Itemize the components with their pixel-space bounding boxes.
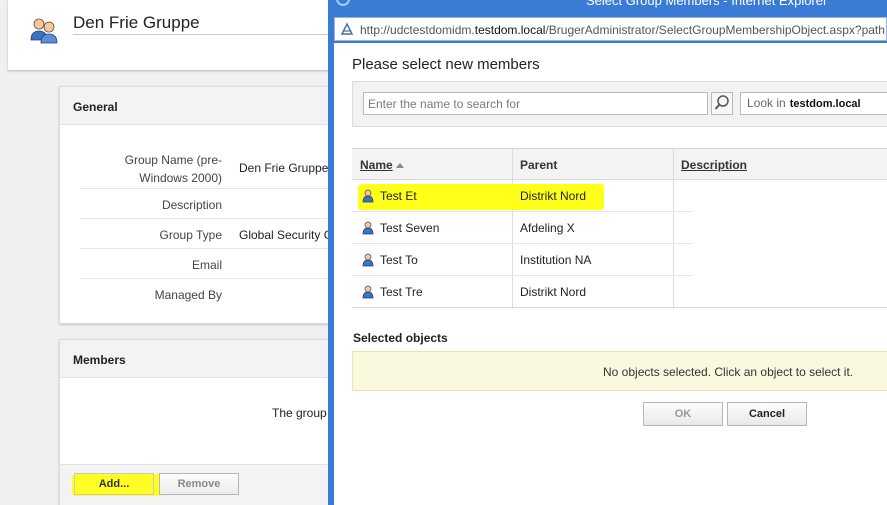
field-row-managed-by: Managed By — [80, 279, 340, 309]
row-name: Test Seven — [380, 221, 440, 235]
search-icon — [714, 95, 729, 110]
dialog-title: Please select new members — [352, 56, 540, 73]
results-table: Name Parent Description Test Et Distrikt… — [352, 148, 887, 309]
column-header-description[interactable]: Description — [681, 158, 747, 172]
selected-objects-box: No objects selected. Click an object to … — [352, 351, 887, 391]
user-icon — [362, 253, 374, 267]
field-label: Email — [191, 258, 222, 272]
user-icon — [362, 221, 374, 235]
table-row[interactable]: Test To Institution NA — [352, 244, 692, 276]
row-name: Test Tre — [380, 285, 423, 299]
table-row[interactable]: Test Seven Afdeling X — [352, 212, 692, 244]
general-heading: General — [60, 87, 338, 125]
row-name: Test Et — [380, 189, 417, 203]
row-parent: Distrikt Nord — [520, 285, 587, 299]
field-row-description: Description — [80, 189, 340, 219]
sort-ascending-icon — [395, 163, 404, 168]
members-text: The group — [272, 406, 327, 420]
group-users-icon — [30, 18, 58, 44]
url-rest: /BrugerAdministrator/SelectGroupMembersh… — [545, 23, 885, 37]
field-label: Group Name (pre-Windows 2000) — [124, 153, 222, 185]
field-row-group-type: Group Type Global Security G — [80, 219, 340, 249]
dialog-content: Please select new members Look intestdom… — [334, 43, 887, 505]
look-in-selector[interactable]: Look in testdom.local — [740, 92, 887, 115]
column-name-label: Name — [360, 158, 393, 172]
table-row[interactable]: Test Tre Distrikt Nord — [352, 276, 692, 308]
row-name: Test To — [380, 253, 418, 267]
members-heading: Members — [60, 340, 338, 378]
selected-objects-message: No objects selected. Click an object to … — [603, 365, 854, 379]
row-parent: Institution NA — [520, 253, 592, 267]
url-text: http://udctestdomidm.testdom.local/Bruge… — [360, 23, 885, 37]
group-title: Den Frie Gruppe — [73, 13, 200, 32]
search-panel: Look intestdom.local — [352, 81, 887, 127]
window-titlebar[interactable]: Select Group Members - Internet Explorer — [328, 0, 887, 13]
search-button[interactable] — [711, 92, 733, 115]
add-button[interactable]: Add... — [74, 473, 154, 495]
table-row[interactable]: Test Et Distrikt Nord — [352, 180, 692, 212]
members-card: Members The group Add... Remove — [59, 339, 340, 505]
general-card: General Group Name (pre-Windows 2000) De… — [59, 86, 340, 324]
user-icon — [362, 285, 374, 299]
field-row-email: Email — [80, 249, 340, 279]
selected-objects-label: Selected objects — [353, 331, 448, 345]
ok-button[interactable]: OK — [643, 402, 723, 426]
field-label: Group Type — [159, 228, 222, 242]
url-prefix: http://udctestdomidm. — [360, 23, 475, 37]
title-divider — [73, 34, 338, 35]
field-row-group-name: Group Name (pre-Windows 2000) Den Frie G… — [80, 147, 340, 189]
row-parent: Distrikt Nord — [520, 189, 587, 203]
field-label: Description — [161, 198, 222, 212]
user-icon — [362, 189, 374, 203]
look-in-label: Look in — [747, 96, 786, 110]
row-parent: Afdeling X — [520, 221, 575, 235]
page-icon — [340, 22, 354, 35]
address-bar[interactable]: http://udctestdomidm.testdom.local/Bruge… — [334, 17, 887, 41]
ie-logo-icon — [336, 0, 350, 6]
window-title: Select Group Members - Internet Explorer — [586, 0, 828, 8]
search-input[interactable] — [363, 92, 708, 115]
select-members-window: Select Group Members - Internet Explorer… — [328, 0, 887, 505]
column-header-name[interactable]: Name — [360, 158, 404, 172]
url-domain: testdom.local — [474, 23, 546, 37]
results-header: Name Parent Description — [352, 149, 887, 180]
field-label: Managed By — [154, 288, 222, 302]
cancel-button[interactable]: Cancel — [727, 402, 807, 426]
look-in-value: testdom.local — [789, 98, 861, 110]
column-header-parent: Parent — [520, 158, 558, 172]
group-header-card: Den Frie Gruppe — [8, 0, 338, 70]
remove-button[interactable]: Remove — [159, 473, 239, 495]
